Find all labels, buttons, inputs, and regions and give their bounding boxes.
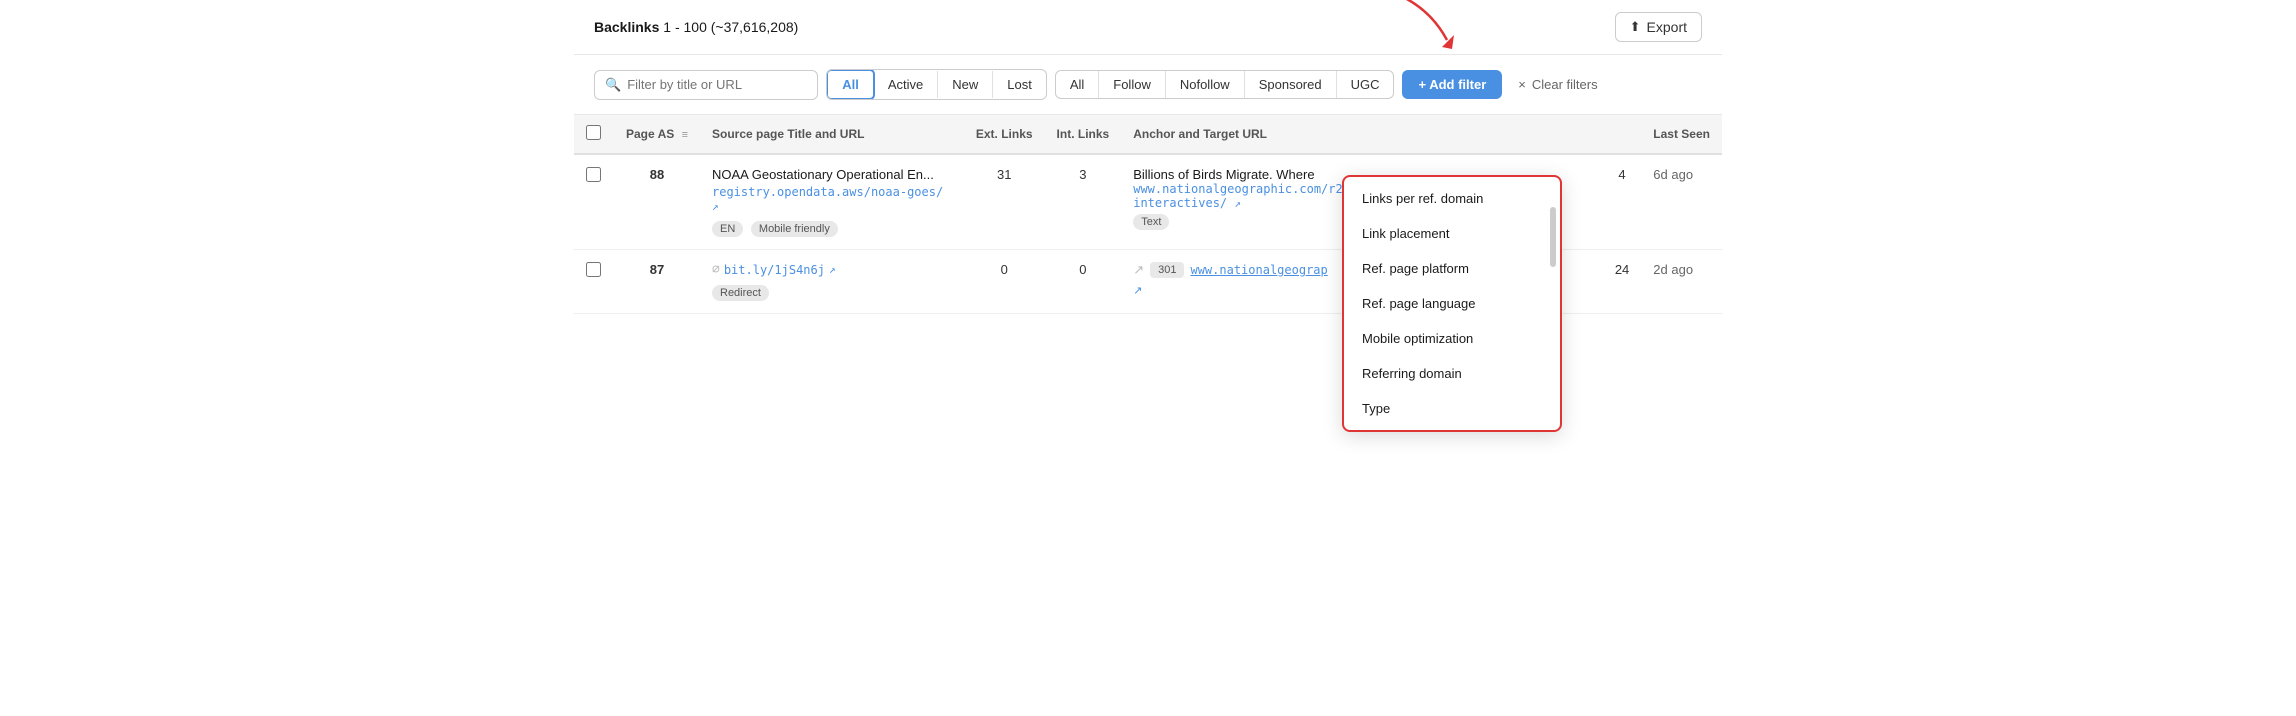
dropdown-item-referring-domain[interactable]: Referring domain	[1344, 356, 1560, 391]
filter-lost[interactable]: Lost	[993, 71, 1046, 98]
source-url-link[interactable]: bit.ly/1jS4n6j	[724, 263, 825, 277]
page-title: Backlinks 1 - 100 (~37,616,208)	[594, 19, 798, 35]
th-anchor-url: Anchor and Target URL	[1121, 115, 1603, 154]
row-page-as: 88	[614, 154, 700, 250]
backlinks-table-wrapper: Page AS ≡ Source page Title and URL Ext.…	[574, 115, 1722, 314]
search-input[interactable]	[627, 77, 807, 92]
source-title: NOAA Geostationary Operational En...	[712, 167, 952, 182]
row-dr: 24	[1603, 250, 1641, 314]
filter-ugc[interactable]: UGC	[1337, 71, 1394, 98]
source-tags: Redirect	[712, 281, 952, 301]
th-dr	[1603, 115, 1641, 154]
tag-en: EN	[712, 221, 743, 237]
external-link-icon: ↗	[829, 263, 836, 276]
source-url-link[interactable]: registry.opendata.aws/noaa-goes/	[712, 185, 943, 199]
tag-redirect: Redirect	[712, 285, 769, 301]
th-source-page: Source page Title and URL	[700, 115, 964, 154]
row-ext-links: 0	[964, 250, 1045, 314]
add-filter-button[interactable]: + Add filter	[1402, 70, 1502, 99]
page-header: Backlinks 1 - 100 (~37,616,208) ⬆ Export	[574, 0, 1722, 55]
row-ext-links: 31	[964, 154, 1045, 250]
th-last-seen: Last Seen	[1641, 115, 1722, 154]
row-source-page: NOAA Geostationary Operational En... reg…	[700, 154, 964, 250]
dropdown-scrollbar	[1550, 207, 1556, 267]
sort-icon: ≡	[682, 129, 688, 141]
anchor-url-link[interactable]: www.nationalgeograp	[1190, 263, 1327, 277]
add-filter-label: + Add filter	[1418, 77, 1486, 92]
dropdown-item-mobile-optimization[interactable]: Mobile optimization	[1344, 321, 1560, 356]
add-filter-dropdown: Links per ref. domain Link placement Ref…	[1342, 175, 1562, 432]
dropdown-item-link-placement[interactable]: Link placement	[1344, 216, 1560, 251]
source-url: registry.opendata.aws/noaa-goes/ ↗	[712, 185, 952, 213]
title-text: Backlinks	[594, 19, 659, 35]
table-header-row: Page AS ≡ Source page Title and URL Ext.…	[574, 115, 1722, 154]
external-link-icon: ↗	[712, 200, 719, 213]
search-icon: 🔍	[605, 77, 621, 93]
th-page-as: Page AS ≡	[614, 115, 700, 154]
filter-all-status[interactable]: All	[826, 69, 875, 100]
redirect-arrow-icon: ↗	[1133, 262, 1144, 278]
filter-row: 🔍 All Active New Lost All Follow Nofollo…	[574, 55, 1722, 115]
dropdown-item-ref-page-platform[interactable]: Ref. page platform	[1344, 251, 1560, 286]
row-last-seen: 2d ago	[1641, 250, 1722, 314]
export-icon: ⬆	[1630, 19, 1641, 35]
text-tag: Text	[1133, 214, 1169, 230]
clear-filters-button[interactable]: × Clear filters	[1518, 77, 1597, 92]
export-button[interactable]: ⬆ Export	[1615, 12, 1702, 42]
select-all-checkbox[interactable]	[586, 125, 601, 140]
row-int-links: 3	[1045, 154, 1122, 250]
row-checkbox-cell	[574, 154, 614, 250]
th-int-links: Int. Links	[1045, 115, 1122, 154]
source-url: ⌀ bit.ly/1jS4n6j ↗	[712, 262, 952, 277]
row-checkbox[interactable]	[586, 262, 601, 277]
row-int-links: 0	[1045, 250, 1122, 314]
row-dr: 4	[1603, 154, 1641, 250]
slash-icon: ⌀	[712, 262, 720, 277]
filter-active[interactable]: Active	[874, 71, 938, 98]
dropdown-item-ref-page-language[interactable]: Ref. page language	[1344, 286, 1560, 321]
filter-nofollow[interactable]: Nofollow	[1166, 71, 1245, 98]
row-last-seen: 6d ago	[1641, 154, 1722, 250]
row-source-page: ⌀ bit.ly/1jS4n6j ↗ Redirect	[700, 250, 964, 314]
dropdown-item-links-per-ref[interactable]: Links per ref. domain	[1344, 181, 1560, 216]
th-ext-links: Ext. Links	[964, 115, 1045, 154]
row-page-as: 87	[614, 250, 700, 314]
title-range: 1 - 100 (~37,616,208)	[663, 19, 798, 35]
redirect-code-badge: 301	[1150, 262, 1184, 278]
type-filter-group: All Follow Nofollow Sponsored UGC	[1055, 70, 1395, 99]
tag-mobile-friendly: Mobile friendly	[751, 221, 838, 237]
source-tags: EN Mobile friendly	[712, 217, 952, 237]
filter-sponsored[interactable]: Sponsored	[1245, 71, 1337, 98]
export-label: Export	[1647, 19, 1687, 35]
row-checkbox-cell	[574, 250, 614, 314]
clear-filters-label: Clear filters	[1532, 77, 1598, 92]
dropdown-item-type[interactable]: Type	[1344, 391, 1560, 426]
row-checkbox[interactable]	[586, 167, 601, 182]
close-icon: ×	[1518, 77, 1526, 92]
search-wrapper: 🔍	[594, 70, 818, 100]
anchor-external-icon: ↗	[1234, 197, 1241, 210]
filter-new[interactable]: New	[938, 71, 993, 98]
filter-all-type[interactable]: All	[1056, 71, 1099, 98]
status-filter-group: All Active New Lost	[826, 69, 1047, 100]
filter-follow[interactable]: Follow	[1099, 71, 1166, 98]
th-checkbox	[574, 115, 614, 154]
anchor-external-icon2: ↗	[1133, 285, 1142, 297]
